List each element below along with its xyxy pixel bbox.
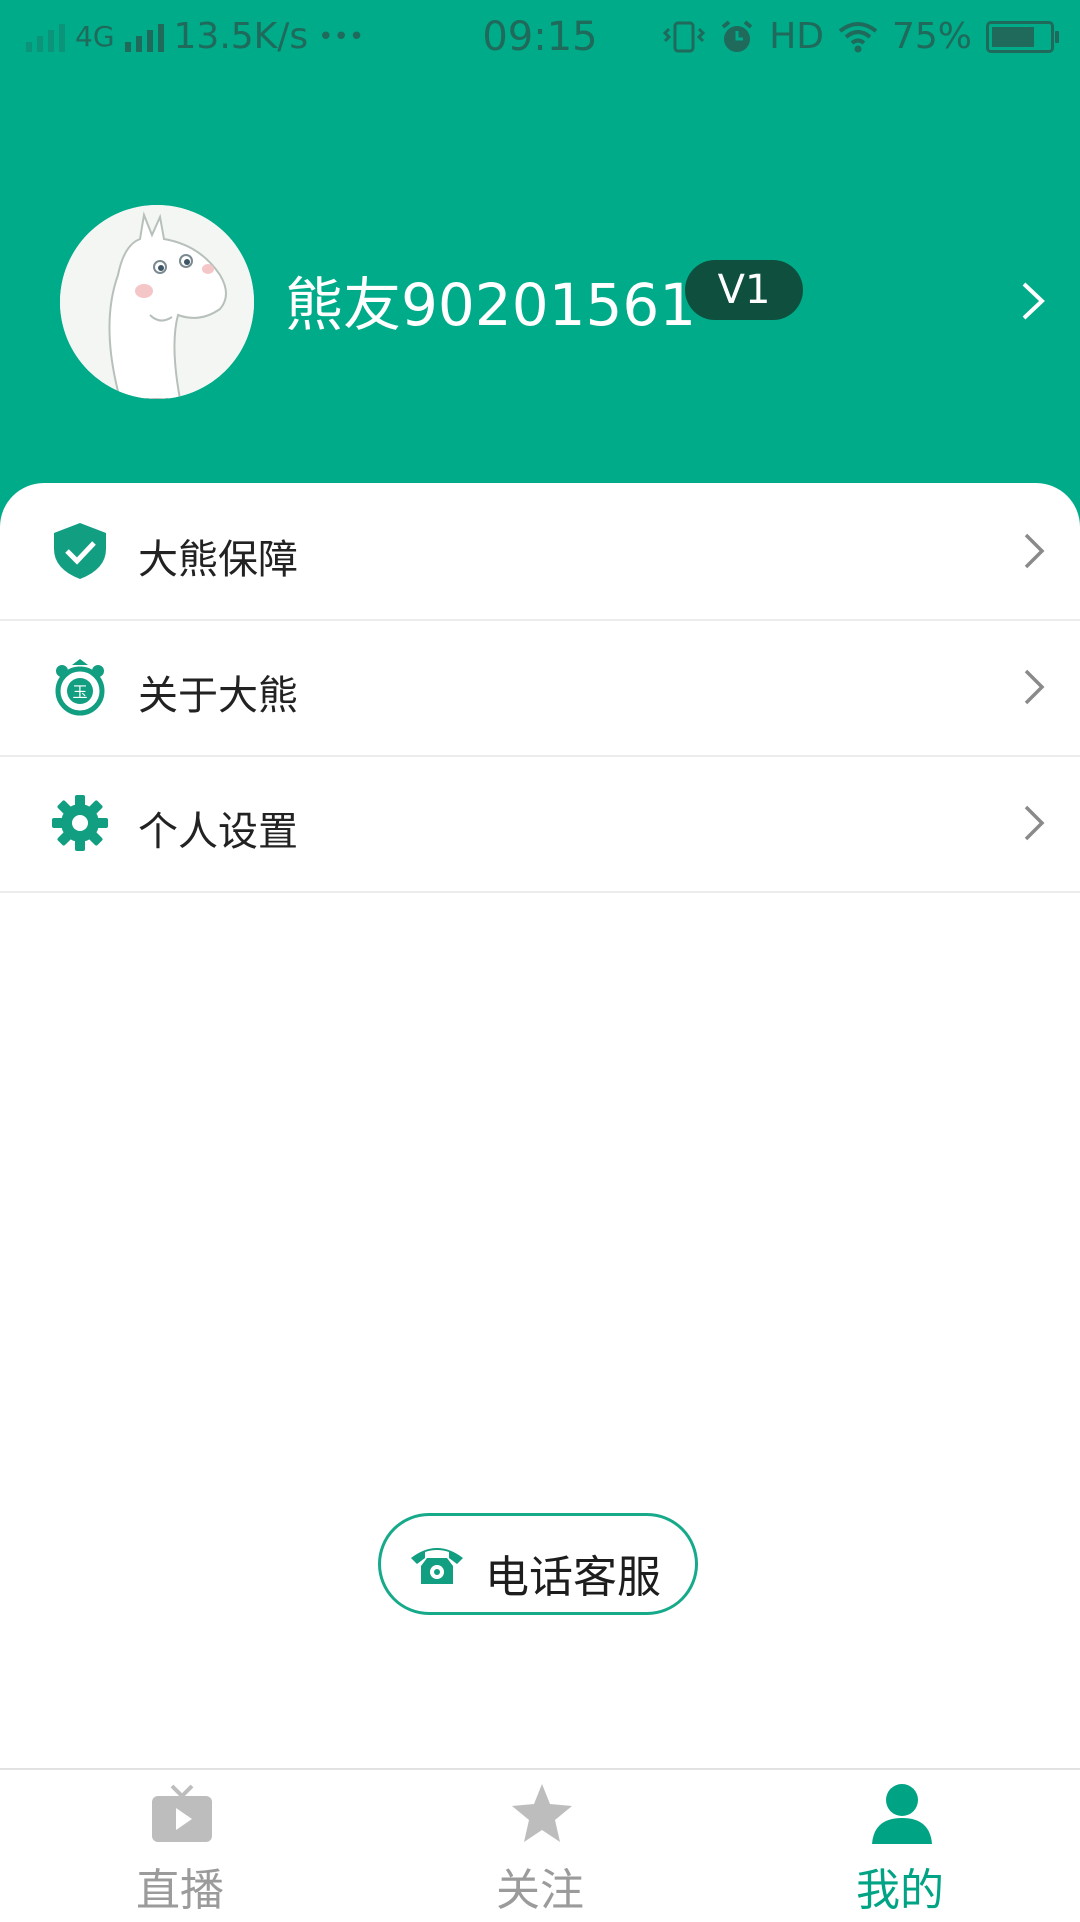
wifi-icon	[838, 21, 878, 52]
phone-service-button[interactable]: 电话客服	[378, 1513, 698, 1615]
battery-percent: 75%	[891, 16, 972, 57]
level-badge: V1	[685, 260, 803, 320]
username[interactable]: 熊友90201561	[285, 258, 696, 342]
tab-live[interactable]: 直播	[0, 1770, 360, 1922]
hd-indicator: HD	[769, 16, 824, 57]
vibrate-icon	[663, 21, 706, 52]
bear-badge-icon: 玉	[55, 659, 105, 716]
profile-header: 4G 13.5K/s ••• 09:15 HD 75% 熊友90201561 V…	[0, 0, 1080, 560]
chevron-right-icon	[1024, 533, 1045, 569]
tab-label: 我的	[856, 1865, 944, 1916]
tab-label: 关注	[496, 1865, 584, 1916]
avatar-image	[60, 205, 254, 399]
shield-check-icon	[54, 523, 106, 579]
person-icon	[872, 1784, 932, 1844]
status-bar: 4G 13.5K/s ••• 09:15 HD 75%	[0, 0, 1080, 72]
tab-follow[interactable]: 关注	[360, 1770, 720, 1922]
menu-item-label: 个人设置	[138, 809, 298, 855]
battery-icon	[986, 20, 1059, 53]
alarm-icon	[721, 19, 753, 52]
tv-icon	[152, 1784, 212, 1842]
menu-item-label: 关于大熊	[138, 673, 298, 719]
svg-text:玉: 玉	[72, 683, 87, 701]
star-icon	[512, 1784, 572, 1842]
phone-service-label: 电话客服	[485, 1552, 661, 1603]
menu-item-about[interactable]: 玉 关于大熊	[0, 619, 1080, 757]
chevron-right-icon	[1024, 805, 1045, 841]
bottom-tab-bar: 直播 关注 我的	[0, 1768, 1080, 1922]
menu-item-settings[interactable]: 个人设置	[0, 755, 1080, 893]
gear-icon	[52, 795, 108, 851]
menu-item-guarantee[interactable]: 大熊保障	[0, 483, 1080, 621]
tab-label: 直播	[136, 1865, 224, 1916]
avatar[interactable]	[60, 205, 254, 399]
profile-chevron-right-icon[interactable]	[1020, 280, 1046, 322]
telephone-icon	[411, 1548, 463, 1584]
chevron-right-icon	[1024, 669, 1045, 705]
menu-item-label: 大熊保障	[138, 537, 298, 583]
status-right: HD 75%	[663, 16, 1059, 57]
tab-mine[interactable]: 我的	[720, 1770, 1080, 1922]
